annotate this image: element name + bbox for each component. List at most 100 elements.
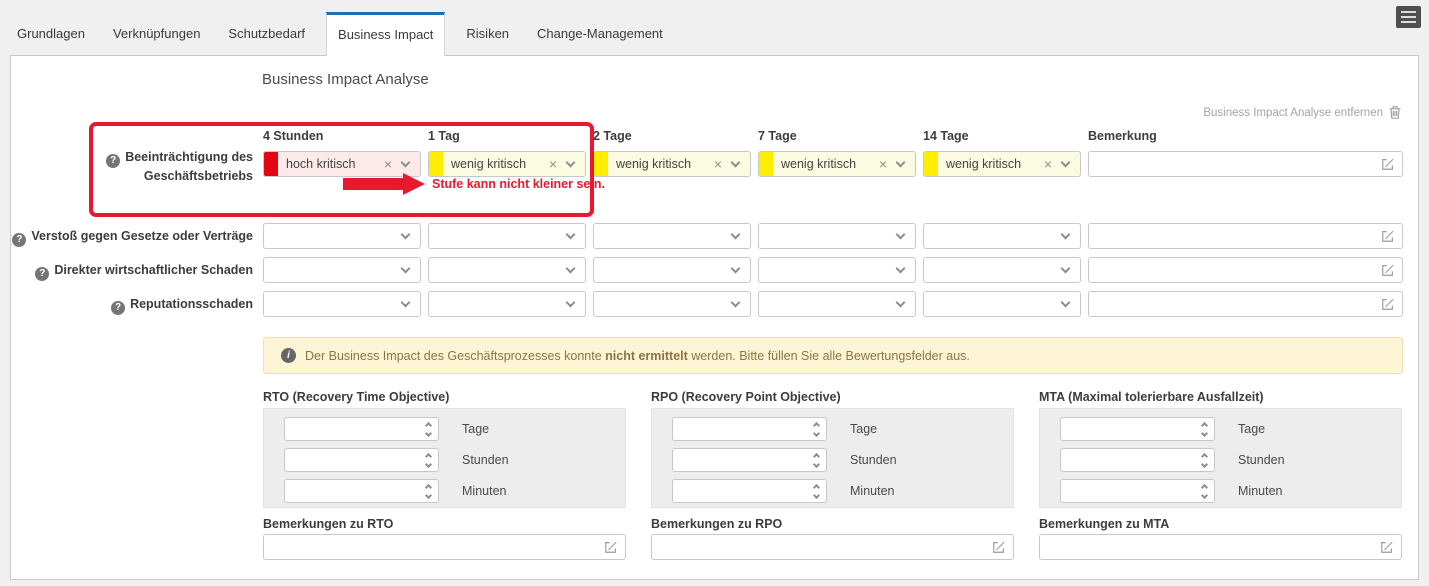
select-schaden-1tag[interactable] [428,257,586,283]
rpo-bemerkung-input[interactable] [651,534,1014,560]
spinner-arrows-icon[interactable] [426,454,431,467]
mta-tage-field[interactable] [1061,418,1202,440]
select-schaden-7tage[interactable] [758,257,916,283]
rto-bemerkung-input[interactable] [263,534,626,560]
bemerkung-field[interactable] [1089,292,1381,316]
chevron-down-icon[interactable] [731,298,741,308]
mta-minuten-field[interactable] [1061,480,1202,502]
chevron-down-icon[interactable] [896,230,906,240]
bemerkung-field[interactable] [1089,224,1381,248]
rpo-bemerkung-field[interactable] [652,535,992,559]
select-beeintraechtigung-2tage[interactable]: wenig kritisch × [593,151,751,177]
select-beeintraechtigung-4stunden[interactable]: hoch kritisch × [263,151,421,177]
mta-bemerkung-input[interactable] [1039,534,1402,560]
spinner-arrows-icon[interactable] [1202,454,1207,467]
select-verstoss-4stunden[interactable] [263,223,421,249]
chevron-down-icon[interactable] [896,158,906,168]
select-reputation-7tage[interactable] [758,291,916,317]
rpo-minuten-field[interactable] [673,480,814,502]
rto-minuten-input[interactable] [284,479,439,503]
chevron-down-icon[interactable] [896,298,906,308]
bemerkung-input-verstoss[interactable] [1088,223,1403,249]
clear-icon[interactable]: × [1044,157,1052,171]
rto-tage-field[interactable] [285,418,426,440]
clear-icon[interactable]: × [384,157,392,171]
spinner-arrows-icon[interactable] [1202,423,1207,436]
chevron-down-icon[interactable] [896,264,906,274]
rpo-stunden-input[interactable] [672,448,827,472]
select-beeintraechtigung-14tage[interactable]: wenig kritisch × [923,151,1081,177]
help-icon[interactable]: ? [106,154,120,168]
chevron-down-icon[interactable] [401,230,411,240]
edit-pencil-icon[interactable] [992,540,1006,554]
edit-pencil-icon[interactable] [604,540,618,554]
select-verstoss-14tage[interactable] [923,223,1081,249]
spinner-arrows-icon[interactable] [1202,485,1207,498]
select-schaden-14tage[interactable] [923,257,1081,283]
rpo-tage-input[interactable] [672,417,827,441]
bemerkung-input-schaden[interactable] [1088,257,1403,283]
tab-schutzbedarf[interactable]: Schutzbedarf [221,12,312,55]
edit-pencil-icon[interactable] [1381,229,1395,243]
bemerkung-input-beeintraechtigung[interactable] [1088,151,1403,177]
spinner-arrows-icon[interactable] [814,485,819,498]
mta-minuten-input[interactable] [1060,479,1215,503]
chevron-down-icon[interactable] [566,264,576,274]
bemerkung-input-reputation[interactable] [1088,291,1403,317]
spinner-arrows-icon[interactable] [814,423,819,436]
spinner-arrows-icon[interactable] [426,423,431,436]
spinner-arrows-icon[interactable] [814,454,819,467]
mta-stunden-input[interactable] [1060,448,1215,472]
rto-stunden-input[interactable] [284,448,439,472]
select-beeintraechtigung-7tage[interactable]: wenig kritisch × [758,151,916,177]
select-verstoss-7tage[interactable] [758,223,916,249]
edit-pencil-icon[interactable] [1381,297,1395,311]
rto-stunden-field[interactable] [285,449,426,471]
rpo-minuten-input[interactable] [672,479,827,503]
chevron-down-icon[interactable] [731,230,741,240]
select-reputation-1tag[interactable] [428,291,586,317]
select-verstoss-1tag[interactable] [428,223,586,249]
spinner-arrows-icon[interactable] [426,485,431,498]
rto-tage-input[interactable] [284,417,439,441]
chevron-down-icon[interactable] [401,264,411,274]
tab-verknuepfungen[interactable]: Verknüpfungen [106,12,207,55]
rpo-stunden-field[interactable] [673,449,814,471]
chevron-down-icon[interactable] [566,230,576,240]
select-reputation-2tage[interactable] [593,291,751,317]
tab-grundlagen[interactable]: Grundlagen [10,12,92,55]
help-icon[interactable]: ? [111,301,125,315]
select-beeintraechtigung-1tag[interactable]: wenig kritisch × [428,151,586,177]
chevron-down-icon[interactable] [401,298,411,308]
clear-icon[interactable]: × [549,157,557,171]
rto-minuten-field[interactable] [285,480,426,502]
edit-pencil-icon[interactable] [1380,540,1394,554]
select-reputation-4stunden[interactable] [263,291,421,317]
chevron-down-icon[interactable] [1061,264,1071,274]
mta-stunden-field[interactable] [1061,449,1202,471]
chevron-down-icon[interactable] [731,264,741,274]
mta-tage-input[interactable] [1060,417,1215,441]
rto-bemerkung-field[interactable] [264,535,604,559]
help-icon[interactable]: ? [12,233,26,247]
edit-pencil-icon[interactable] [1381,263,1395,277]
remove-bia-button[interactable]: Business Impact Analyse entfernen [1203,106,1401,119]
help-icon[interactable]: ? [35,267,49,281]
clear-icon[interactable]: × [879,157,887,171]
select-schaden-4stunden[interactable] [263,257,421,283]
tab-business-impact[interactable]: Business Impact [326,12,445,56]
chevron-down-icon[interactable] [401,158,411,168]
select-reputation-14tage[interactable] [923,291,1081,317]
mta-bemerkung-field[interactable] [1040,535,1380,559]
chevron-down-icon[interactable] [1061,298,1071,308]
edit-pencil-icon[interactable] [1381,157,1395,171]
chevron-down-icon[interactable] [566,158,576,168]
chevron-down-icon[interactable] [731,158,741,168]
tab-change-management[interactable]: Change-Management [530,12,670,55]
rpo-tage-field[interactable] [673,418,814,440]
chevron-down-icon[interactable] [1061,158,1071,168]
bemerkung-field[interactable] [1089,152,1381,176]
select-schaden-2tage[interactable] [593,257,751,283]
select-verstoss-2tage[interactable] [593,223,751,249]
bemerkung-field[interactable] [1089,258,1381,282]
